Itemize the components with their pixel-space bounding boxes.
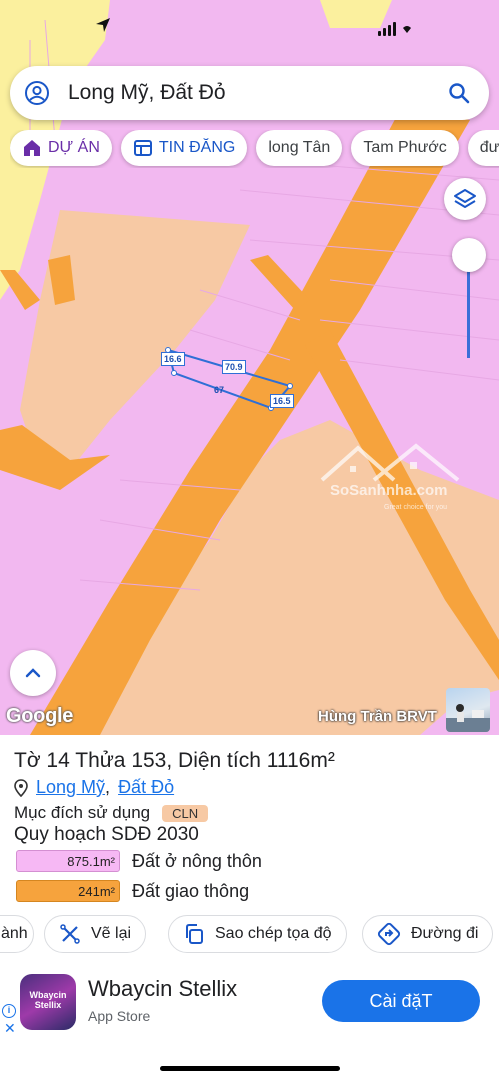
parcel-vertex xyxy=(287,383,293,389)
watermark-tagline: Great choice for you xyxy=(384,504,448,511)
redraw-icon xyxy=(60,924,80,944)
cellular-signal-icon xyxy=(378,22,396,36)
location-arrow-icon xyxy=(96,18,110,32)
filter-chips: DỰ ÁN TIN ĐĂNG long Tân Tam Phước đườ xyxy=(10,130,499,168)
action-label: Vẽ lại xyxy=(91,925,132,942)
land-purpose-badge: CLN xyxy=(162,804,209,822)
chip-long-tan[interactable]: long Tân xyxy=(256,130,343,166)
parcel-dim-label: 70.9 xyxy=(222,360,246,374)
ad-info-icon[interactable]: i xyxy=(2,1004,16,1018)
parcel-dim-label: 16.6 xyxy=(161,352,185,366)
chip-label: TIN ĐĂNG xyxy=(158,139,236,156)
land-purpose-label: Mục đích sử dụng xyxy=(14,803,151,822)
sosanhnha-watermark: SoSanhnha.com Great choice for you xyxy=(318,440,466,520)
copy-icon xyxy=(186,924,203,944)
search-input[interactable]: Long Mỹ, Đất Đỏ xyxy=(68,81,447,105)
search-icon[interactable] xyxy=(447,81,471,105)
status-bar xyxy=(0,0,499,60)
ad-app-icon[interactable]: Wbaycin Stellix xyxy=(20,974,76,1030)
chip-tam-phuoc[interactable]: Tam Phước xyxy=(351,130,459,166)
redraw-button[interactable]: Vẽ lại xyxy=(44,915,147,953)
action-label: ành xyxy=(1,925,28,942)
chip-tin-dang[interactable]: TIN ĐĂNG xyxy=(120,130,248,166)
chip-duong[interactable]: đườ xyxy=(467,130,499,166)
user-avatar[interactable] xyxy=(446,688,490,732)
parcel-dim-label: 16.5 xyxy=(270,394,294,408)
action-label: Đường đi xyxy=(411,925,479,942)
chip-du-an[interactable]: DỰ ÁN xyxy=(10,130,112,166)
action-buttons-row: ành Vẽ lại Sao chép tọa độ Đường đi xyxy=(0,915,499,955)
google-logo: Google xyxy=(6,705,74,727)
chevron-up-icon xyxy=(25,668,41,678)
chip-label: DỰ ÁN xyxy=(48,139,100,156)
planning-title: Quy hoạch SDĐ 2030 xyxy=(14,824,199,845)
chip-label: Tam Phước xyxy=(363,139,447,156)
home-indicator[interactable] xyxy=(160,1066,340,1071)
ad-title[interactable]: Wbaycin Stellix xyxy=(88,976,237,1002)
parcel-location: Long Mỹ , Đất Đỏ xyxy=(14,777,174,798)
expand-up-button[interactable] xyxy=(10,650,56,696)
parcel-title: Tờ 14 Thửa 153, Diện tích 1116m² xyxy=(14,749,335,772)
parcel-dim-label: 67 xyxy=(214,385,225,395)
ad-close-icon[interactable]: ✕ xyxy=(4,1020,16,1037)
directions-icon xyxy=(377,922,401,946)
bottom-safe-area xyxy=(0,1042,499,1080)
opacity-slider-thumb[interactable] xyxy=(452,238,486,272)
map-pin-icon xyxy=(14,778,28,797)
legend-row-transport: 241m² Đất giao thông xyxy=(16,880,249,902)
search-bar[interactable]: Long Mỹ, Đất Đỏ xyxy=(10,66,489,120)
map-view[interactable]: 16.6 70.9 67 16.5 SoSanhnha.com Great ch… xyxy=(0,0,499,735)
wifi-icon xyxy=(403,26,411,33)
directions-button[interactable]: Đường đi xyxy=(362,915,494,953)
legend-name: Đất giao thông xyxy=(132,880,250,901)
ad-store-label: App Store xyxy=(88,1008,151,1024)
legend-row-residential: 875.1m² Đất ở nông thôn xyxy=(16,850,262,872)
location-ward-link[interactable]: Long Mỹ xyxy=(36,777,105,798)
comma-separator: , xyxy=(105,777,111,797)
parcel-vertex xyxy=(171,370,177,376)
ad-banner[interactable]: Wbaycin Stellix Wbaycin Stellix App Stor… xyxy=(0,962,499,1042)
legend-area-box: 875.1m² xyxy=(16,850,120,872)
ad-app-icon-text: Wbaycin Stellix xyxy=(29,990,67,1010)
legend-name: Đất ở nông thôn xyxy=(132,850,262,871)
legend-area-box: 241m² xyxy=(16,880,120,902)
land-purpose-row: Mục đích sử dụng CLN xyxy=(14,803,209,823)
user-name-label: Hùng Trần BRVT xyxy=(318,708,437,725)
chip-label: long Tân xyxy=(268,139,331,156)
layers-button[interactable] xyxy=(444,178,486,220)
copy-coordinates-button[interactable]: Sao chép tọa độ xyxy=(168,915,347,953)
layers-icon xyxy=(454,189,476,208)
action-label: Sao chép tọa độ xyxy=(215,925,332,942)
watermark-brand: SoSanhnha.com xyxy=(330,482,448,499)
location-district-link[interactable]: Đất Đỏ xyxy=(118,777,174,798)
install-button[interactable]: Cài đặT xyxy=(322,980,480,1022)
avatar-photo-icon xyxy=(446,704,490,732)
house-logo-icon xyxy=(320,443,460,482)
house-icon xyxy=(24,140,40,156)
account-icon[interactable] xyxy=(24,80,50,106)
listing-icon xyxy=(133,140,152,156)
chip-label: đườ xyxy=(479,139,499,156)
partial-action-button[interactable]: ành xyxy=(0,915,34,953)
